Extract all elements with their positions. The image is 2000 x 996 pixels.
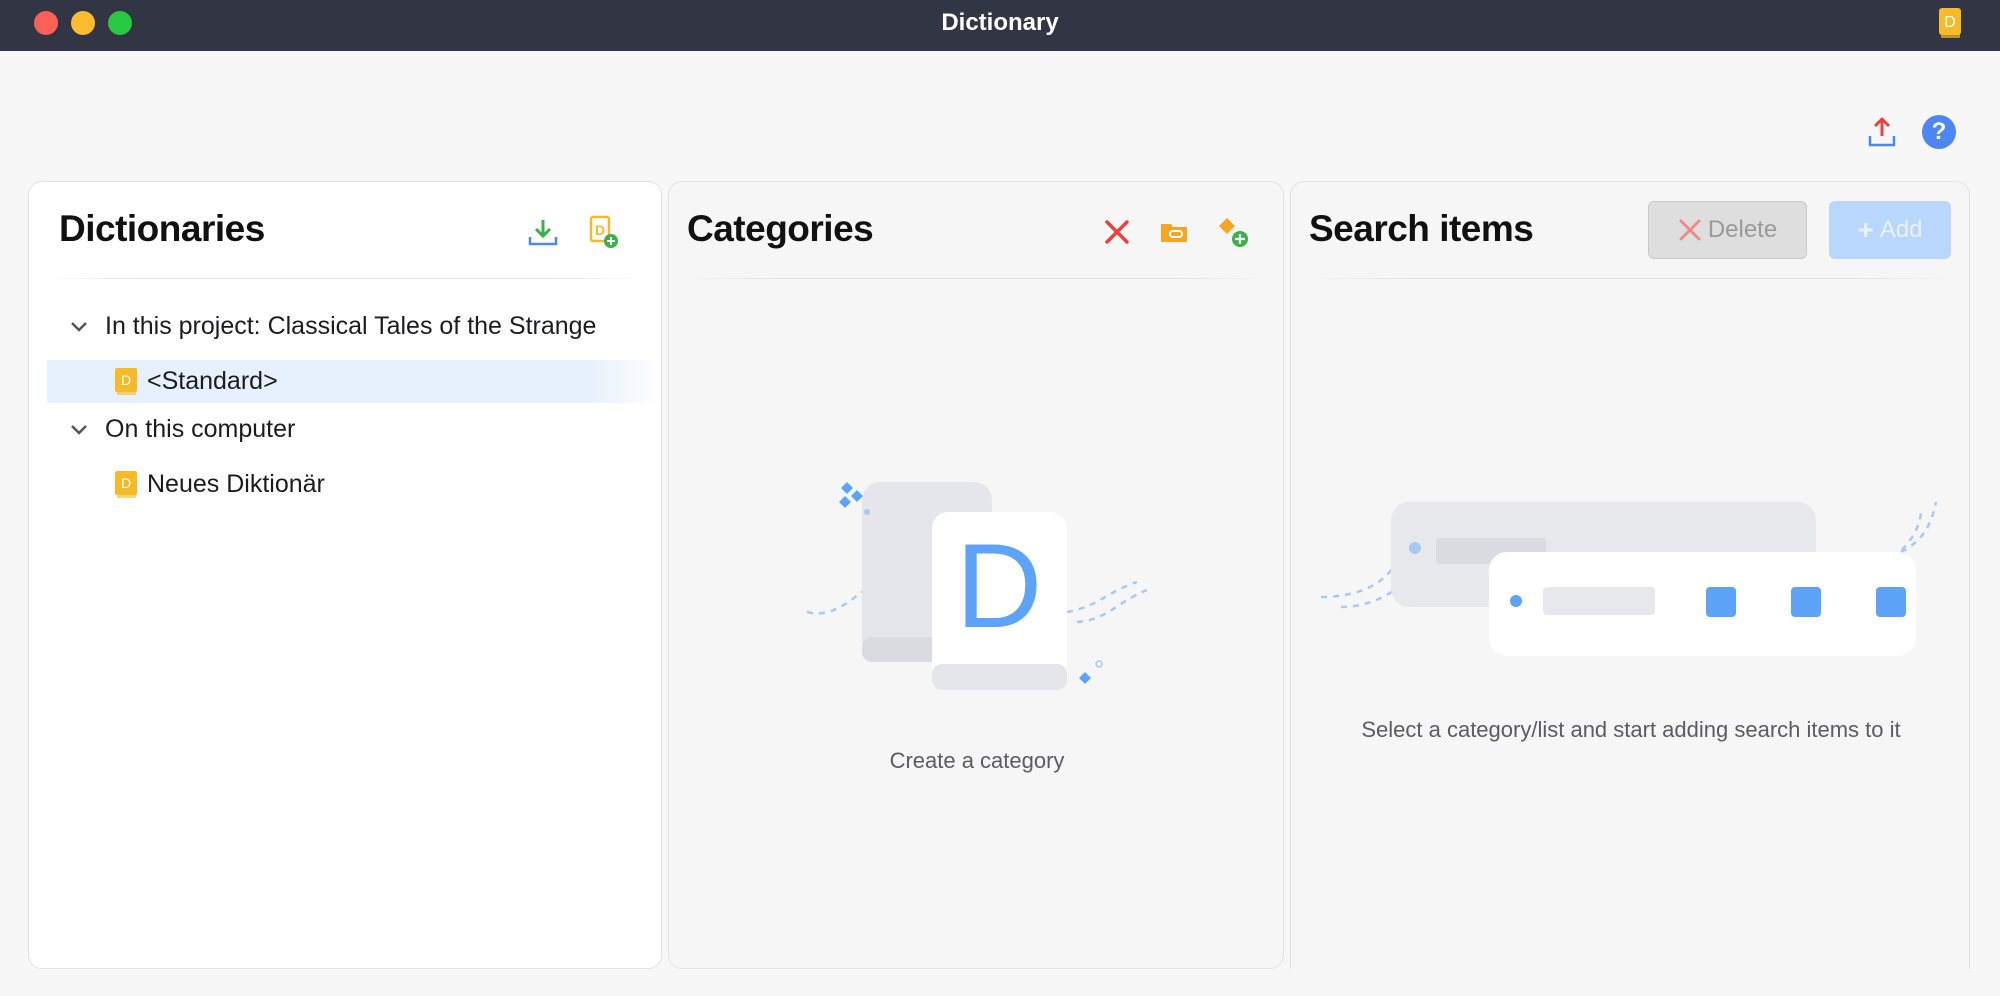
- dictionaries-divider: [57, 278, 635, 279]
- delete-category-icon[interactable]: [1099, 214, 1135, 250]
- dictionaries-panel: Dictionaries D In this project: Classica…: [28, 181, 663, 969]
- delete-button-label: Delete: [1707, 216, 1778, 243]
- svg-text:D: D: [121, 475, 131, 491]
- svg-text:D: D: [595, 222, 605, 238]
- dictionary-item-label: Neues Diktionär: [147, 470, 325, 498]
- help-icon[interactable]: ?: [1922, 115, 1956, 149]
- categories-panel: Categories D Create a category: [668, 181, 1284, 969]
- chevron-down-icon[interactable]: [69, 420, 89, 440]
- close-icon: [1679, 219, 1701, 241]
- illustration-letter: D: [956, 519, 1043, 653]
- add-button-label: Add: [1879, 216, 1923, 243]
- chevron-down-icon[interactable]: [69, 317, 89, 337]
- window-title: Dictionary: [941, 9, 1059, 36]
- download-dictionary-icon[interactable]: [525, 214, 561, 250]
- search-items-divider: [1319, 278, 1943, 279]
- svg-text:D: D: [121, 372, 131, 388]
- tree-group-label: On this computer: [105, 415, 296, 443]
- category-illustration: D: [807, 482, 1148, 690]
- categories-title: Categories: [687, 208, 874, 249]
- add-dictionary-icon[interactable]: D: [585, 214, 621, 250]
- dictionaries-title: Dictionaries: [59, 208, 265, 249]
- dictionary-icon: D: [115, 470, 137, 498]
- search-items-title: Search items: [1309, 208, 1534, 249]
- search-items-panel: Search items Delete + Add Select a categ…: [1290, 181, 1970, 969]
- dictionary-icon: D: [115, 367, 137, 395]
- delete-button[interactable]: Delete: [1648, 201, 1807, 259]
- categories-divider: [697, 278, 1257, 279]
- plus-icon: +: [1857, 214, 1874, 245]
- tree-group-computer[interactable]: On this computer: [69, 415, 295, 444]
- title-bar: Dictionary D: [0, 0, 2000, 51]
- search-items-empty-text: Select a category/list and start adding …: [1361, 717, 1901, 742]
- tree-group-label: In this project: Classical Tales of the …: [105, 312, 597, 340]
- export-icon[interactable]: [1864, 114, 1900, 150]
- dictionary-app-icon: D: [1939, 8, 1961, 38]
- svg-text:D: D: [1944, 14, 1956, 31]
- search-items-illustration: [1321, 501, 1938, 656]
- tree-group-project[interactable]: In this project: Classical Tales of the …: [69, 312, 596, 341]
- add-button[interactable]: + Add: [1829, 201, 1951, 259]
- add-category-icon[interactable]: [1215, 214, 1251, 250]
- categories-empty-text: Create a category: [889, 748, 1065, 773]
- dictionary-item-standard[interactable]: D <Standard>: [47, 360, 663, 403]
- dictionary-item-neues[interactable]: D Neues Diktionär: [47, 463, 663, 506]
- rename-category-icon[interactable]: [1157, 214, 1193, 250]
- dictionary-item-label: <Standard>: [147, 367, 278, 395]
